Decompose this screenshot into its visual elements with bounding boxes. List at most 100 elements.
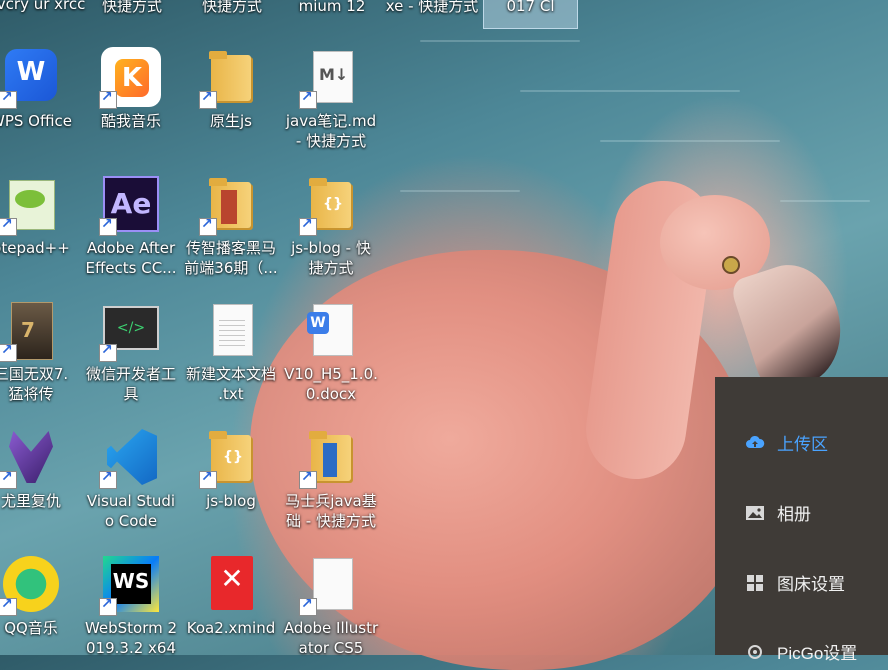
label-line-1: WebStorm 2	[84, 619, 178, 637]
menu-label: 相册	[777, 505, 811, 524]
desktop-item-java-md[interactable]: M↓ java笔记.md - 快捷方式	[283, 47, 379, 151]
desktop-item-label: WebStorm 2 019.3.2 x64	[83, 618, 179, 658]
game-icon: 7	[0, 300, 61, 362]
label-line-1: V10_H5_1.0.	[284, 365, 378, 383]
label-line-2: 捷方式	[308, 259, 354, 277]
desktop-item-label: V10_H5_1.0. 0.docx	[283, 364, 379, 404]
desktop-item-yuanshengjs[interactable]: 原生js	[183, 47, 279, 131]
desktop-item-chuanzhi[interactable]: 传智播客黑马 前端36期（...	[183, 174, 279, 278]
desktop-item-vscode[interactable]: Visual Studi o Code	[83, 427, 179, 531]
desktop-item-partial-5[interactable]: xe - 快捷方式	[384, 0, 480, 16]
label-line-1: js-blog - 快	[291, 239, 371, 257]
label-line-1: 三国无双7.	[0, 365, 69, 383]
desktop-item-koa2-xmind[interactable]: ✕ Koa2.xmind	[183, 554, 279, 638]
shortcut-arrow-icon	[299, 469, 317, 489]
folder-icon: {}	[299, 174, 361, 236]
shortcut-arrow-icon	[0, 596, 17, 616]
desktop-item-label: WPS Office	[0, 112, 72, 130]
label-line-1: Visual Studi	[86, 492, 176, 510]
desktop-item-partial-1[interactable]: rvcry ur xrcc	[0, 0, 86, 14]
desktop-item-label: java笔记.md - 快捷方式	[283, 111, 379, 151]
label-line-1: 微信开发者工	[85, 365, 176, 383]
desktop-item-partial-4[interactable]: mium 12	[284, 0, 380, 16]
flamingo-eye	[722, 256, 740, 274]
shortcut-arrow-icon	[0, 469, 17, 489]
desktop-item-label: 酷我音乐	[100, 112, 161, 130]
desktop-item-label: QQ音乐	[4, 619, 58, 637]
shortcut-arrow-icon	[99, 89, 117, 109]
desktop-item-label: js-blog - 快 捷方式	[283, 238, 379, 278]
label-line-1: 传智播客黑马	[185, 239, 276, 257]
desktop-item-qqmusic[interactable]: QQ音乐	[0, 554, 79, 638]
menu-item-upload[interactable]: 上传区	[745, 430, 828, 455]
shortcut-arrow-icon	[99, 342, 117, 362]
desktop-item-label: 马士兵java基 础 - 快捷方式	[283, 491, 379, 531]
shortcut-arrow-icon	[299, 216, 317, 236]
folder-icon: {}	[199, 427, 261, 489]
desktop-item-label: Adobe Illustr ator CS5	[283, 618, 379, 658]
label-line-2: Effects CC...	[85, 259, 177, 277]
blank-file-icon	[299, 554, 361, 616]
shortcut-arrow-icon	[0, 342, 17, 362]
desktop-item-label: 传智播客黑马 前端36期（...	[183, 238, 279, 278]
desktop-item-docx[interactable]: W V10_H5_1.0. 0.docx	[283, 300, 379, 404]
label-line-2: 0.docx	[305, 385, 357, 403]
shortcut-arrow-icon	[299, 596, 317, 616]
desktop-item-notepadpp[interactable]: otepad++	[0, 174, 79, 258]
label-line-2: 猛将传	[8, 385, 54, 403]
shortcut-arrow-icon	[0, 216, 17, 236]
menu-item-bed-settings[interactable]: 图床设置	[745, 570, 845, 595]
label-line-1: Adobe Illustr	[283, 619, 379, 637]
desktop-item-label: 原生js	[210, 112, 252, 130]
desktop-item-wps[interactable]: W WPS Office	[0, 47, 79, 131]
menu-item-album[interactable]: 相册	[745, 500, 811, 525]
word-doc-icon: W	[301, 300, 361, 360]
label-line-2: .txt	[218, 385, 244, 403]
shortcut-arrow-icon	[299, 89, 317, 109]
markdown-file-icon: M↓	[299, 47, 361, 109]
desktop-item-label: 快捷方式	[101, 0, 162, 15]
after-effects-icon: Ae	[99, 174, 161, 236]
shortcut-arrow-icon	[99, 596, 117, 616]
desktop-item-mashibing[interactable]: 马士兵java基 础 - 快捷方式	[283, 427, 379, 531]
desktop-item-label: Visual Studi o Code	[83, 491, 179, 531]
desktop-item-after-effects[interactable]: Ae Adobe After Effects CC...	[83, 174, 179, 278]
desktop-item-label: rvcry ur xrcc	[0, 0, 86, 13]
notepad-plus-plus-icon	[0, 174, 61, 236]
desktop-item-partial-2[interactable]: 快捷方式	[84, 0, 180, 16]
label-line-2: 019.3.2 x64	[86, 639, 176, 657]
desktop-item-label: mium 12	[298, 0, 366, 15]
desktop-item-sanguo[interactable]: 7 三国无双7. 猛将传	[0, 300, 79, 404]
desktop-item-new-txt[interactable]: 新建文本文档 .txt	[183, 300, 279, 404]
desktop-item-jsblog[interactable]: {} js-blog	[183, 427, 279, 511]
label-line-1: 马士兵java基	[285, 492, 377, 510]
desktop-item-label: xe - 快捷方式	[385, 0, 479, 15]
label-line-1: java笔记.md	[285, 112, 377, 130]
folder-icon	[199, 174, 261, 236]
desktop-item-label: Adobe After Effects CC...	[83, 238, 179, 278]
webstorm-icon: WS	[99, 554, 161, 616]
gear-icon	[745, 642, 765, 662]
label-line-2: - 快捷方式	[295, 132, 367, 150]
image-icon	[745, 503, 765, 523]
grid-icon	[745, 573, 765, 593]
shortcut-arrow-icon	[199, 89, 217, 109]
wps-office-icon: W	[0, 47, 61, 109]
desktop-item-webstorm[interactable]: WS WebStorm 2 019.3.2 x64	[83, 554, 179, 658]
desktop-item-wechat-devtools[interactable]: </> 微信开发者工 具	[83, 300, 179, 404]
desktop-item-illustrator[interactable]: Adobe Illustr ator CS5	[283, 554, 379, 658]
kuwo-music-icon: K	[99, 47, 161, 109]
desktop-item-partial-3[interactable]: 快捷方式	[184, 0, 280, 16]
shortcut-arrow-icon	[199, 469, 217, 489]
shortcut-arrow-icon	[0, 89, 17, 109]
desktop-item-yuri[interactable]: 尤里复仇	[0, 427, 79, 511]
cloud-upload-icon	[745, 433, 765, 453]
folder-icon	[299, 427, 361, 489]
desktop-item-kuwo[interactable]: K 酷我音乐	[83, 47, 179, 131]
label-line-2: o Code	[104, 512, 158, 530]
desktop-item-jsblog-shortcut[interactable]: {} js-blog - 快 捷方式	[283, 174, 379, 278]
label-line-2: 具	[123, 385, 139, 403]
menu-item-picgo-settings[interactable]: PicGo设置	[745, 639, 857, 664]
desktop-item-partial-6-selected[interactable]: 017 Cl	[483, 0, 578, 29]
yuri-game-icon	[0, 427, 61, 489]
